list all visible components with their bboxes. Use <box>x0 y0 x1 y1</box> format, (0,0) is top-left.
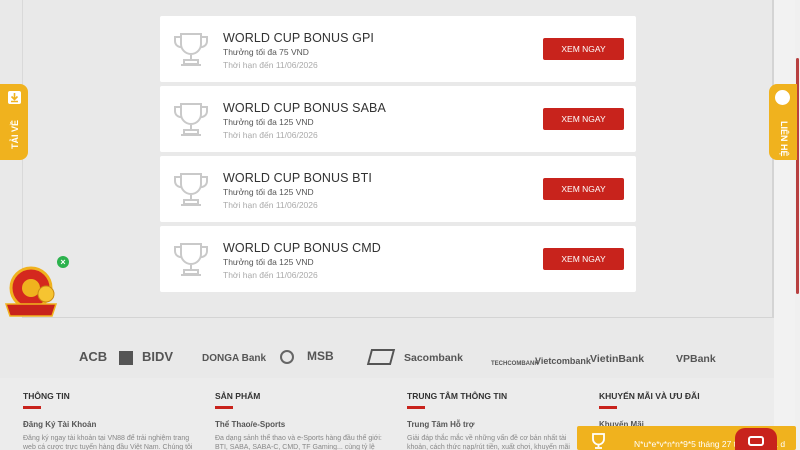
chat-icon <box>748 436 764 446</box>
promo-title: WORLD CUP BONUS SABA <box>223 101 386 115</box>
footer-link[interactable]: Thể Thao/e-Sports <box>215 420 385 429</box>
heading-underline <box>407 406 425 409</box>
trophy-icon <box>173 103 209 136</box>
lucky-wheel-icon[interactable] <box>2 264 64 322</box>
trophy-icon <box>592 433 605 449</box>
footer-column: TRUNG TÂM THÔNG TIN Trung Tâm Hỗ trợ Giả… <box>407 391 577 450</box>
bank-logo-msb: MSB <box>307 349 334 363</box>
footer-heading: SẢN PHẨM <box>215 391 261 401</box>
promo-title: WORLD CUP BONUS GPI <box>223 31 374 45</box>
footer-column: KHUYẾN MÃI VÀ ƯU ĐÃI Khuyến Mãi <box>599 391 769 429</box>
heading-underline <box>215 406 233 409</box>
heading-underline <box>23 406 41 409</box>
promo-title: WORLD CUP BONUS CMD <box>223 241 381 255</box>
footer-heading: THÔNG TIN <box>23 391 70 401</box>
bank-logo-bidv: BIDV <box>142 349 174 364</box>
bank-logo-donga: DONGA Bank <box>202 353 267 364</box>
view-now-button[interactable]: XEM NGAY <box>543 178 624 200</box>
footer-link[interactable]: Trung Tâm Hỗ trợ <box>407 420 577 429</box>
trophy-icon <box>173 173 209 206</box>
footer-link[interactable]: Đăng Ký Tài Khoản <box>23 420 193 429</box>
promo-title: WORLD CUP BONUS BTI <box>223 171 372 185</box>
contact-tab[interactable]: LIÊN HỆ <box>769 84 797 160</box>
promo-max-bonus: Thưởng tối đa 125 VND <box>223 257 314 267</box>
promo-expiry: Thời hạn đến 11/06/2026 <box>223 270 318 280</box>
promo-expiry: Thời hạn đến 11/06/2026 <box>223 200 318 210</box>
bank-logo-vietinbank: VietinBank <box>590 353 645 365</box>
promo-card: WORLD CUP BONUS SABA Thưởng tối đa 125 V… <box>160 86 636 152</box>
bank-logo-vietcombank: Vietcombank <box>535 356 591 366</box>
close-wheel-button[interactable]: × <box>57 256 69 268</box>
promo-max-bonus: Thưởng tối đa 125 VND <box>223 117 314 127</box>
footer-column: SẢN PHẨM Thể Thao/e-Sports Đa dạng sảnh … <box>215 391 385 450</box>
bank-emblem-icon <box>119 351 133 365</box>
view-now-button[interactable]: XEM NGAY <box>543 108 624 130</box>
bank-logo-vpbank: VPBank <box>676 353 716 365</box>
download-tab-label: TẢI VỀ <box>10 119 20 149</box>
footer-desc: Giải đáp thắc mắc về những vấn đề cơ bản… <box>407 435 570 450</box>
promo-card: WORLD CUP BONUS GPI Thưởng tối đa 75 VND… <box>160 16 636 82</box>
footer-heading: TRUNG TÂM THÔNG TIN <box>407 391 508 401</box>
promo-card: WORLD CUP BONUS CMD Thưởng tối đa 125 VN… <box>160 226 636 292</box>
promo-max-bonus: Thưởng tối đa 125 VND <box>223 187 314 197</box>
bank-logo-sacombank: Sacombank <box>404 352 463 364</box>
footer-column: THÔNG TIN Đăng Ký Tài Khoản Đăng ký ngay… <box>23 391 193 450</box>
trophy-icon <box>173 33 209 66</box>
bank-logo-acb: ACB <box>79 349 108 364</box>
trophy-icon <box>173 243 209 276</box>
contact-tab-label: LIÊN HỆ <box>779 121 789 157</box>
phone-icon <box>775 90 790 105</box>
footer-heading: KHUYẾN MÃI VÀ ƯU ĐÃI <box>599 391 700 401</box>
bank-emblem-icon <box>280 350 294 364</box>
footer-desc: Đa dạng sảnh thể thao và e-Sports hàng đ… <box>215 435 382 450</box>
download-tab[interactable]: TẢI VỀ <box>0 84 28 160</box>
download-icon <box>8 91 21 104</box>
promo-expiry: Thời hạn đến 11/06/2026 <box>223 130 318 140</box>
view-now-button[interactable]: XEM NGAY <box>543 38 624 60</box>
heading-underline <box>599 406 617 409</box>
bank-logo-techcombank: TECHCOMBANK <box>491 361 539 367</box>
view-now-button[interactable]: XEM NGAY <box>543 248 624 270</box>
notification-bar[interactable]: N*u*e*v*n*n*9*5 tháng 27 thưởng 4 ... d <box>577 426 796 450</box>
promo-expiry: Thời hạn đến 11/06/2026 <box>223 60 318 70</box>
panel-bottom-border <box>22 317 774 318</box>
promo-card: WORLD CUP BONUS BTI Thưởng tối đa 125 VN… <box>160 156 636 222</box>
chat-button[interactable] <box>735 428 777 450</box>
promo-max-bonus: Thưởng tối đa 75 VND <box>223 47 309 57</box>
bank-emblem-icon <box>366 349 396 365</box>
footer-desc: Đăng ký ngay tài khoản tại VN88 để trải … <box>23 435 193 450</box>
